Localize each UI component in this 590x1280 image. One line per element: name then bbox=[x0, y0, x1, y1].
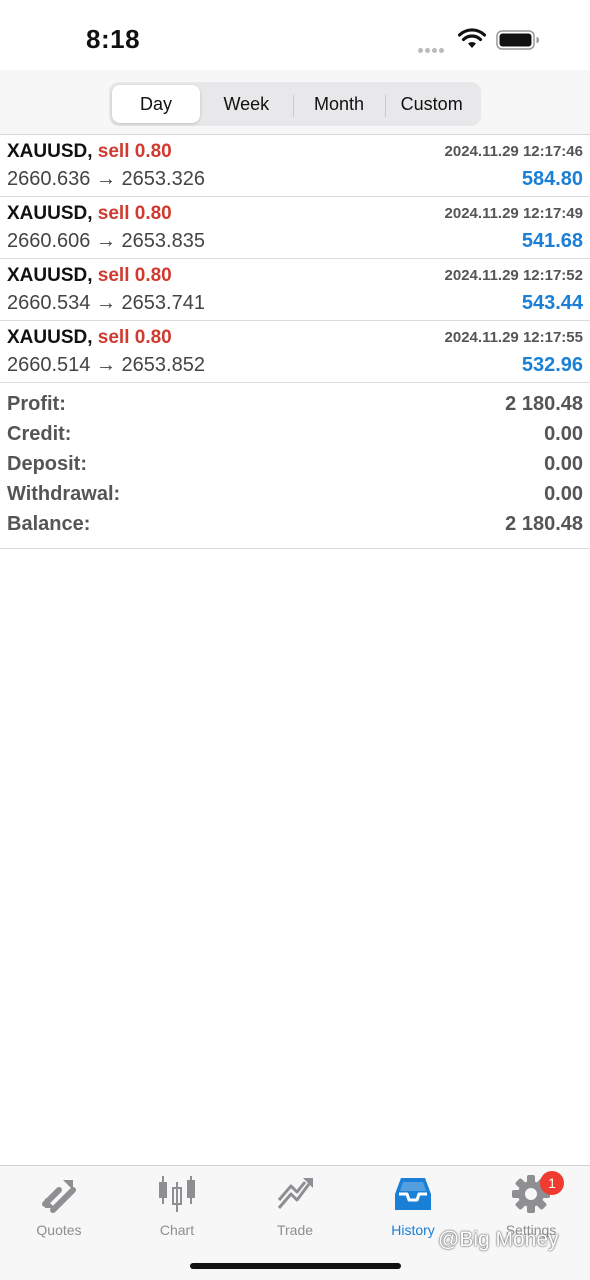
summary-row-withdrawal: Withdrawal: 0.00 bbox=[0, 481, 590, 511]
summary-label: Withdrawal: bbox=[7, 483, 121, 505]
deal-symbol-line: XAUUSD, sell 0.80 bbox=[7, 327, 172, 349]
tab-bar: Quotes Chart Trade History 1 Settings bbox=[0, 1165, 590, 1280]
history-summary: Profit: 2 180.48 Credit: 0.00 Deposit: 0… bbox=[0, 383, 590, 549]
tab-trade[interactable]: Trade bbox=[236, 1174, 354, 1240]
deal-profit: 532.96 bbox=[521, 354, 583, 376]
summary-label: Credit: bbox=[7, 423, 72, 445]
deal-prices: 2660.534 → 2653.741 bbox=[7, 292, 205, 314]
status-bar: 8:18 bbox=[0, 0, 590, 80]
deal-symbol: XAUUSD, bbox=[7, 141, 93, 162]
deal-type: sell 0.80 bbox=[97, 203, 172, 224]
summary-value: 2 180.48 bbox=[505, 513, 583, 535]
tab-quotes[interactable]: Quotes bbox=[0, 1174, 118, 1240]
tab-label: Quotes bbox=[36, 1222, 82, 1238]
deal-type: sell 0.80 bbox=[97, 141, 172, 162]
deal-prices: 2660.606 → 2653.835 bbox=[7, 230, 205, 252]
candlestick-chart-icon bbox=[159, 1176, 195, 1212]
summary-label: Balance: bbox=[7, 513, 91, 535]
summary-value: 0.00 bbox=[544, 483, 583, 505]
segment-week[interactable]: Week bbox=[200, 85, 293, 123]
home-indicator bbox=[190, 1263, 401, 1269]
segment-custom[interactable]: Custom bbox=[385, 85, 478, 123]
deal-symbol: XAUUSD, bbox=[7, 265, 93, 286]
status-time: 8:18 bbox=[86, 24, 141, 54]
deal-prices: 2660.636 → 2653.326 bbox=[7, 168, 205, 190]
deal-datetime: 2024.11.29 12:17:52 bbox=[444, 267, 583, 284]
tab-chart[interactable]: Chart bbox=[118, 1174, 236, 1240]
deal-symbol-line: XAUUSD, sell 0.80 bbox=[7, 265, 172, 287]
tab-label: Chart bbox=[159, 1222, 195, 1238]
summary-value: 2 180.48 bbox=[505, 393, 583, 415]
period-segmented-control: Day Week Month Custom bbox=[109, 82, 481, 126]
summary-value: 0.00 bbox=[544, 423, 583, 445]
watermark: @Big Money bbox=[438, 1228, 559, 1251]
wifi-icon bbox=[458, 28, 486, 48]
battery-icon bbox=[496, 30, 539, 50]
settings-badge: 1 bbox=[540, 1171, 564, 1195]
summary-label: Profit: bbox=[7, 393, 66, 415]
summary-row-credit: Credit: 0.00 bbox=[0, 421, 590, 451]
segment-day[interactable]: Day bbox=[112, 85, 200, 123]
cellular-signal-icon bbox=[418, 40, 450, 53]
period-header: Day Week Month Custom bbox=[0, 70, 590, 135]
deal-symbol: XAUUSD, bbox=[7, 327, 93, 348]
deal-symbol-line: XAUUSD, sell 0.80 bbox=[7, 141, 172, 163]
deal-row[interactable]: XAUUSD, sell 0.80 2024.11.29 12:17:46 26… bbox=[0, 135, 590, 197]
deal-symbol: XAUUSD, bbox=[7, 203, 93, 224]
segment-month[interactable]: Month bbox=[292, 85, 386, 123]
deal-row[interactable]: XAUUSD, sell 0.80 2024.11.29 12:17:49 26… bbox=[0, 197, 590, 259]
deal-profit: 584.80 bbox=[521, 168, 583, 190]
summary-value: 0.00 bbox=[544, 453, 583, 475]
summary-row-deposit: Deposit: 0.00 bbox=[0, 451, 590, 481]
quotes-icon bbox=[42, 1180, 76, 1213]
trade-icon bbox=[277, 1178, 313, 1209]
inbox-history-icon bbox=[395, 1178, 431, 1210]
deal-symbol-line: XAUUSD, sell 0.80 bbox=[7, 203, 172, 225]
history-list: XAUUSD, sell 0.80 2024.11.29 12:17:46 26… bbox=[0, 135, 590, 549]
deal-type: sell 0.80 bbox=[97, 265, 172, 286]
deal-row[interactable]: XAUUSD, sell 0.80 2024.11.29 12:17:52 26… bbox=[0, 259, 590, 321]
summary-row-profit: Profit: 2 180.48 bbox=[0, 391, 590, 421]
deal-prices: 2660.514 → 2653.852 bbox=[7, 354, 205, 376]
deal-row[interactable]: XAUUSD, sell 0.80 2024.11.29 12:17:55 26… bbox=[0, 321, 590, 383]
deal-datetime: 2024.11.29 12:17:55 bbox=[444, 329, 583, 346]
deal-profit: 543.44 bbox=[521, 292, 583, 314]
deal-profit: 541.68 bbox=[521, 230, 583, 252]
deal-type: sell 0.80 bbox=[97, 327, 172, 348]
summary-label: Deposit: bbox=[7, 453, 87, 475]
summary-row-balance: Balance: 2 180.48 bbox=[0, 511, 590, 541]
deal-datetime: 2024.11.29 12:17:49 bbox=[444, 205, 583, 222]
deal-datetime: 2024.11.29 12:17:46 bbox=[444, 143, 583, 160]
tab-label: Trade bbox=[276, 1222, 314, 1238]
